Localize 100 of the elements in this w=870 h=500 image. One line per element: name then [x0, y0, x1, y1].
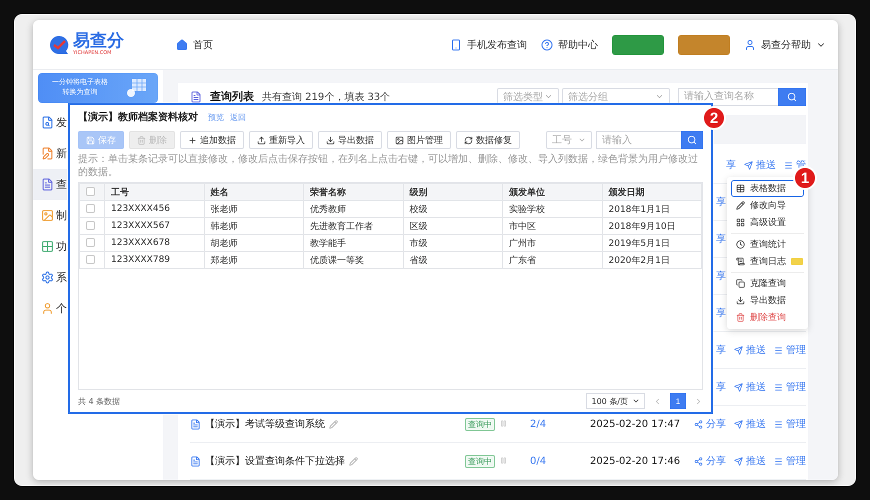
header-action-button[interactable] — [678, 34, 730, 54]
chevron-down-icon — [578, 136, 586, 144]
column-header[interactable]: 颁发日期 — [602, 184, 702, 200]
send-icon — [734, 346, 743, 354]
toolbar-button[interactable]: 重新导入 — [249, 131, 313, 149]
count-text[interactable]: 2/4 — [530, 418, 546, 430]
manage-link[interactable]: 管理 — [774, 454, 806, 468]
column-header[interactable]: 姓名 — [204, 184, 304, 200]
query-title[interactable]: 【演示】设置查询条件下拉选择 — [205, 454, 345, 468]
pencil-icon — [349, 456, 358, 466]
share-link[interactable]: 分享 — [694, 454, 726, 468]
pause-icon — [500, 456, 507, 464]
sidebar-item[interactable]: 系 — [33, 262, 67, 293]
table-cell: 胡老师 — [204, 234, 304, 252]
push-link[interactable]: 推送 — [744, 158, 776, 172]
search-button[interactable] — [778, 88, 806, 106]
table-cell: 2018年9月10日 — [602, 218, 702, 234]
push-link[interactable]: 推送 — [734, 343, 766, 357]
checkbox[interactable] — [86, 187, 95, 196]
menu-icon — [784, 160, 793, 170]
header-link[interactable]: 帮助中心 — [541, 38, 598, 52]
previous-page-icon[interactable] — [653, 396, 662, 406]
menu-item[interactable]: 修改向导 — [731, 197, 804, 214]
table-cell: 2018年1月1日 — [602, 200, 702, 218]
checkbox[interactable] — [86, 221, 95, 230]
plus-icon — [188, 136, 197, 144]
sidebar-item[interactable]: 查 — [33, 169, 67, 200]
page-size-select[interactable]: 100 条/页 — [586, 393, 645, 409]
header-link[interactable]: 手机发布查询 — [450, 38, 527, 52]
dialog-title: 【演示】教师档案资料核对 — [78, 110, 198, 124]
page-button[interactable]: 1 — [670, 393, 686, 409]
toolbar-button[interactable]: 追加数据 — [180, 131, 244, 149]
sidebar-item[interactable]: 功 — [33, 231, 67, 262]
table-cell: 韩老师 — [204, 218, 304, 234]
push-link[interactable]: 推送 — [734, 380, 766, 394]
share-link[interactable]: 享 — [726, 158, 736, 172]
column-header[interactable]: 颁发单位 — [502, 184, 602, 200]
send-icon — [734, 420, 743, 428]
sidebar-item[interactable]: 发 — [33, 107, 67, 138]
sidebar-item[interactable]: 新 — [33, 138, 67, 169]
table-cell: 教学能手 — [304, 234, 403, 252]
manage-link[interactable]: 管理 — [774, 417, 806, 431]
toolbar-button[interactable]: 图片管理 — [387, 131, 451, 149]
hint-text: 提示：单击某条记录可以直接修改，修改后点击保存按钮，在列名上点击右键，可以增加、删除、修改、导入列数据，绿色背景为用户修改过的数据。 — [78, 152, 699, 180]
checkbox[interactable] — [86, 204, 95, 214]
status-tag: 查询中 — [465, 454, 495, 468]
table-cell: 123XXXX567 — [104, 218, 204, 234]
search-field[interactable]: 请输入查询名称 — [678, 88, 778, 106]
table-cell: 校级 — [403, 200, 502, 218]
clock-icon — [736, 240, 745, 249]
share-link[interactable]: 享 — [716, 195, 726, 209]
user-menu[interactable]: 易查分帮助 — [744, 38, 826, 52]
image-icon — [395, 136, 404, 144]
checkbox[interactable] — [86, 255, 95, 264]
pencil-icon — [736, 201, 745, 210]
trash-icon — [736, 313, 745, 322]
send-icon — [744, 160, 753, 170]
menu-item[interactable]: 高级设置 — [731, 214, 804, 231]
sidebar-item[interactable]: 制 — [33, 200, 67, 231]
table-cell: 2020年2月1日 — [602, 252, 702, 268]
share-link[interactable]: 享 — [716, 343, 726, 357]
column-header[interactable]: 工号 — [104, 184, 204, 200]
checkbox[interactable] — [86, 238, 95, 248]
push-link[interactable]: 推送 — [734, 417, 766, 431]
menu-item[interactable]: 查询统计 — [731, 236, 804, 253]
search-field[interactable]: 请输入 — [596, 131, 681, 149]
menu-icon — [774, 346, 783, 354]
query-title[interactable]: 【演示】考试等级查询系统 — [205, 417, 325, 431]
menu-item[interactable]: 克隆查询 — [731, 275, 804, 292]
upload-icon — [257, 136, 266, 144]
home-link[interactable]: 首页 — [176, 38, 213, 52]
sidebar-item[interactable]: 个 — [33, 293, 67, 324]
header-action-button[interactable] — [612, 34, 664, 54]
trash-icon — [137, 136, 146, 144]
status-tag: 查询中 — [465, 418, 495, 430]
share-link[interactable]: 享 — [716, 269, 726, 283]
menu-item[interactable]: 导出数据 — [731, 292, 804, 309]
table-cell: 郑老师 — [204, 252, 304, 268]
menu-item[interactable]: 查询日志 — [731, 253, 804, 270]
push-link[interactable]: 推送 — [734, 454, 766, 468]
share-link[interactable]: 享 — [716, 306, 726, 320]
table-cell: 广东省 — [502, 252, 602, 268]
count-text[interactable]: 0/4 — [530, 456, 546, 466]
column-header[interactable]: 荣誉名称 — [304, 184, 403, 200]
manage-link[interactable]: 管理 — [774, 380, 806, 394]
share-link[interactable]: 享 — [716, 380, 726, 394]
column-header[interactable]: 级别 — [403, 184, 502, 200]
help-icon — [541, 38, 553, 50]
share-link[interactable]: 分享 — [694, 417, 726, 431]
toolbar-button[interactable]: 数据修复 — [456, 131, 520, 149]
list-title: 查询列表 — [210, 89, 254, 104]
table-cell: 省级 — [403, 252, 502, 268]
share-link[interactable]: 享 — [716, 232, 726, 246]
logo-icon — [48, 34, 70, 54]
menu-icon — [774, 382, 783, 392]
next-page-icon[interactable] — [694, 396, 703, 406]
search-button[interactable] — [681, 131, 703, 149]
manage-link[interactable]: 管理 — [774, 343, 806, 357]
toolbar-button[interactable]: 导出数据 — [318, 131, 382, 149]
menu-item[interactable]: 删除查询 — [731, 309, 804, 326]
